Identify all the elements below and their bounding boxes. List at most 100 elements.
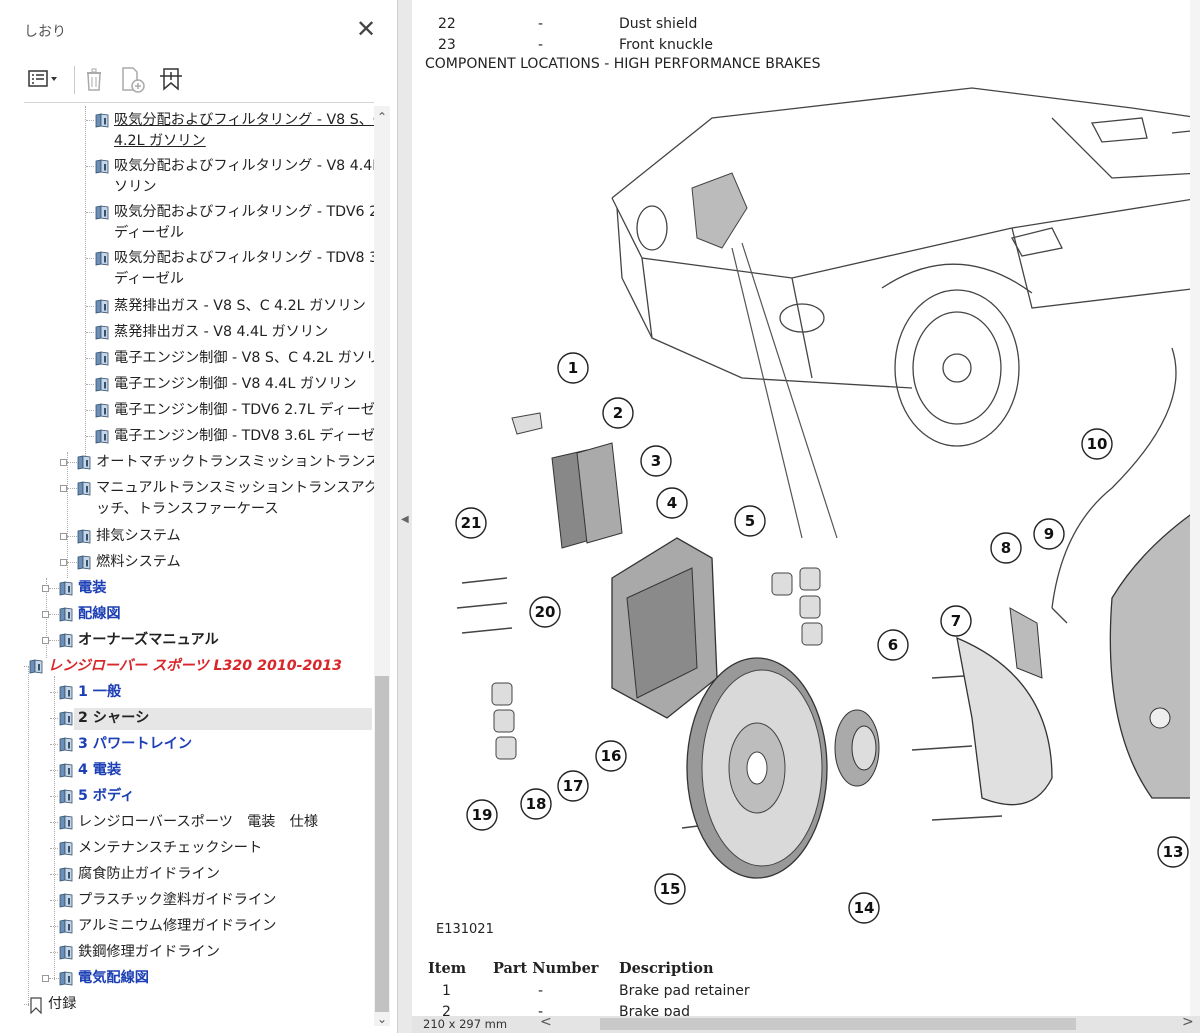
close-panel-button[interactable]: ✕ — [354, 17, 378, 42]
callout-number: 21 — [461, 514, 482, 532]
front-knuckle — [1109, 507, 1200, 799]
callout-number: 5 — [745, 512, 755, 530]
tree-guide-line — [86, 166, 94, 167]
callout-number: 8 — [1001, 539, 1011, 557]
bookmark-item[interactable]: 2 シャーシ — [50, 708, 372, 730]
bookmark-item[interactable]: 吸気分配およびフィルタリング - TDV8 3.6L ディーゼル — [24, 248, 374, 292]
scroll-right-button[interactable]: > — [1182, 1014, 1194, 1030]
bookmark-item[interactable]: レンジローバー スポーツ L320 2010-2013 — [24, 656, 374, 678]
bookmark-label: 電気配線図 — [78, 970, 149, 986]
bookmark-item[interactable]: 電子エンジン制御 - TDV8 3.6L ディーゼル — [24, 426, 374, 448]
bookmark-label: 電装 — [78, 580, 107, 596]
bookmark-item[interactable]: 電子エンジン制御 - V8 4.4L ガソリン — [24, 374, 374, 396]
options-menu-icon[interactable] — [26, 64, 57, 94]
bookmark-item[interactable]: 吸気分配およびフィルタリング - V8 S、C 4.2L ガソリン — [24, 110, 374, 154]
expand-toggle-icon[interactable] — [42, 611, 49, 618]
bookmark-book-icon — [58, 867, 74, 882]
brake-disc — [686, 657, 828, 879]
bookmark-label-continued: 4.2L ガソリン — [114, 133, 206, 149]
bookmark-item[interactable]: オートマチックトランスミッショントランスアクスル — [24, 452, 374, 474]
bookmark-item[interactable]: 吸気分配およびフィルタリング - TDV6 2.7L ディーゼル — [24, 202, 374, 246]
bookmark-book-icon — [76, 455, 92, 470]
bookmark-item[interactable]: 排気システム — [24, 526, 374, 548]
bookmark-item[interactable]: 鉄鋼修理ガイドライン — [24, 942, 374, 964]
callout-4: 4 — [656, 487, 688, 519]
bookmark-book-icon — [58, 607, 74, 622]
expand-toggle-icon[interactable] — [42, 975, 49, 982]
callout-10: 10 — [1081, 428, 1113, 460]
horizontal-scrollbar-thumb[interactable] — [600, 1018, 1076, 1030]
bookmark-item[interactable]: メンテナンスチェックシート — [24, 838, 374, 860]
collapse-panel-arrow-icon[interactable]: ◀ — [401, 514, 409, 525]
row-description: Dust shield — [619, 16, 698, 32]
bookmark-ribbon-icon[interactable] — [156, 64, 186, 94]
bookmark-item[interactable]: 電気配線図 — [24, 968, 374, 990]
bookmark-item[interactable]: マニュアルトランスミッショントランスアクスル、クラッチ、トランスファーケース — [24, 478, 374, 522]
bookmark-book-icon — [94, 351, 110, 366]
bookmark-label: 蒸発排出ガス - V8 4.4L ガソリン — [114, 324, 329, 340]
bookmark-label: 付録 — [48, 996, 77, 1012]
vehicle-outline — [611, 87, 1200, 447]
expand-toggle-icon[interactable] — [42, 585, 49, 592]
callout-number: 15 — [660, 880, 681, 898]
leader-lines — [731, 242, 838, 539]
bookmark-item[interactable]: 電子エンジン制御 - TDV6 2.7L ディーゼル — [24, 400, 374, 422]
bookmark-item[interactable]: 蒸発排出ガス - V8 S、C 4.2L ガソリン — [24, 296, 374, 318]
document-vertical-scrollbar[interactable] — [1190, 0, 1200, 1016]
bookmark-label: メンテナンスチェックシート — [78, 840, 263, 856]
expand-toggle-icon[interactable] — [60, 459, 67, 466]
table-header-description: Description — [619, 960, 714, 977]
bookmark-item[interactable]: プラスチック塗料ガイドライン — [24, 890, 374, 912]
tree-guide-line — [50, 822, 58, 823]
bookmark-item[interactable]: 1 一般 — [24, 682, 374, 704]
bookmark-book-icon — [76, 529, 92, 544]
bookmark-item[interactable]: 付録 — [24, 994, 374, 1016]
bookmark-item[interactable]: 電装 — [24, 578, 374, 600]
bookmark-book-icon — [58, 971, 74, 986]
bookmark-label: 電子エンジン制御 - V8 S、C 4.2L ガソリン — [114, 350, 374, 366]
bookmark-item[interactable]: 4 電装 — [24, 760, 374, 782]
trash-icon[interactable] — [80, 64, 110, 94]
bookmark-item[interactable]: 電子エンジン制御 - V8 S、C 4.2L ガソリン — [24, 348, 374, 370]
tree-guide-line — [50, 796, 58, 797]
callout-number: 10 — [1087, 435, 1108, 453]
new-bookmark-icon[interactable] — [118, 64, 148, 94]
bookmark-item[interactable]: 燃料システム — [24, 552, 374, 574]
scroll-down-button[interactable]: ⌄ — [374, 1012, 390, 1028]
bookmark-item[interactable]: 腐食防止ガイドライン — [24, 864, 374, 886]
callout-number: 4 — [667, 494, 677, 512]
bookmark-book-icon — [58, 789, 74, 804]
expand-toggle-icon[interactable] — [60, 485, 67, 492]
bookmark-label: プラスチック塗料ガイドライン — [78, 892, 277, 908]
bookmark-item[interactable]: 3 パワートレイン — [24, 734, 374, 756]
scroll-left-button[interactable]: < — [540, 1014, 552, 1030]
bookmark-item[interactable]: レンジローバースポーツ 電装 仕様 — [24, 812, 374, 834]
tree-guide-line — [50, 900, 58, 901]
bookmark-label: 3 パワートレイン — [78, 736, 193, 752]
bookmark-label: 1 一般 — [78, 684, 122, 700]
tree-guide-line — [86, 358, 94, 359]
scroll-up-button[interactable]: ⌃ — [374, 110, 390, 126]
bookmark-item[interactable]: 吸気分配およびフィルタリング - V8 4.4L ガソリン — [24, 156, 374, 200]
bookmark-item[interactable]: 5 ボディ — [24, 786, 374, 808]
bookmark-item[interactable]: アルミニウム修理ガイドライン — [24, 916, 374, 938]
tree-scrollbar-thumb[interactable] — [375, 676, 389, 1012]
callout-5: 5 — [734, 505, 766, 537]
callout-13: 13 — [1157, 836, 1189, 868]
tree-guide-line — [50, 718, 58, 719]
bookmark-label: 吸気分配およびフィルタリング - V8 S、C — [114, 112, 374, 128]
bookmark-label: 4 電装 — [78, 762, 122, 778]
bookmark-book-icon — [94, 251, 110, 266]
callout-1: 1 — [557, 352, 589, 384]
bookmark-item[interactable]: 蒸発排出ガス - V8 4.4L ガソリン — [24, 322, 374, 344]
tree-guide-line — [86, 384, 94, 385]
expand-toggle-icon[interactable] — [42, 637, 49, 644]
expand-toggle-icon[interactable] — [60, 533, 67, 540]
row-description: Brake pad — [619, 1004, 690, 1016]
bookmark-book-icon — [94, 403, 110, 418]
bookmark-item[interactable]: オーナーズマニュアル — [24, 630, 374, 652]
callout-15: 15 — [654, 873, 686, 905]
expand-toggle-icon[interactable] — [60, 559, 67, 566]
bookmark-item[interactable]: 配線図 — [24, 604, 374, 626]
callout-number: 6 — [888, 636, 898, 654]
